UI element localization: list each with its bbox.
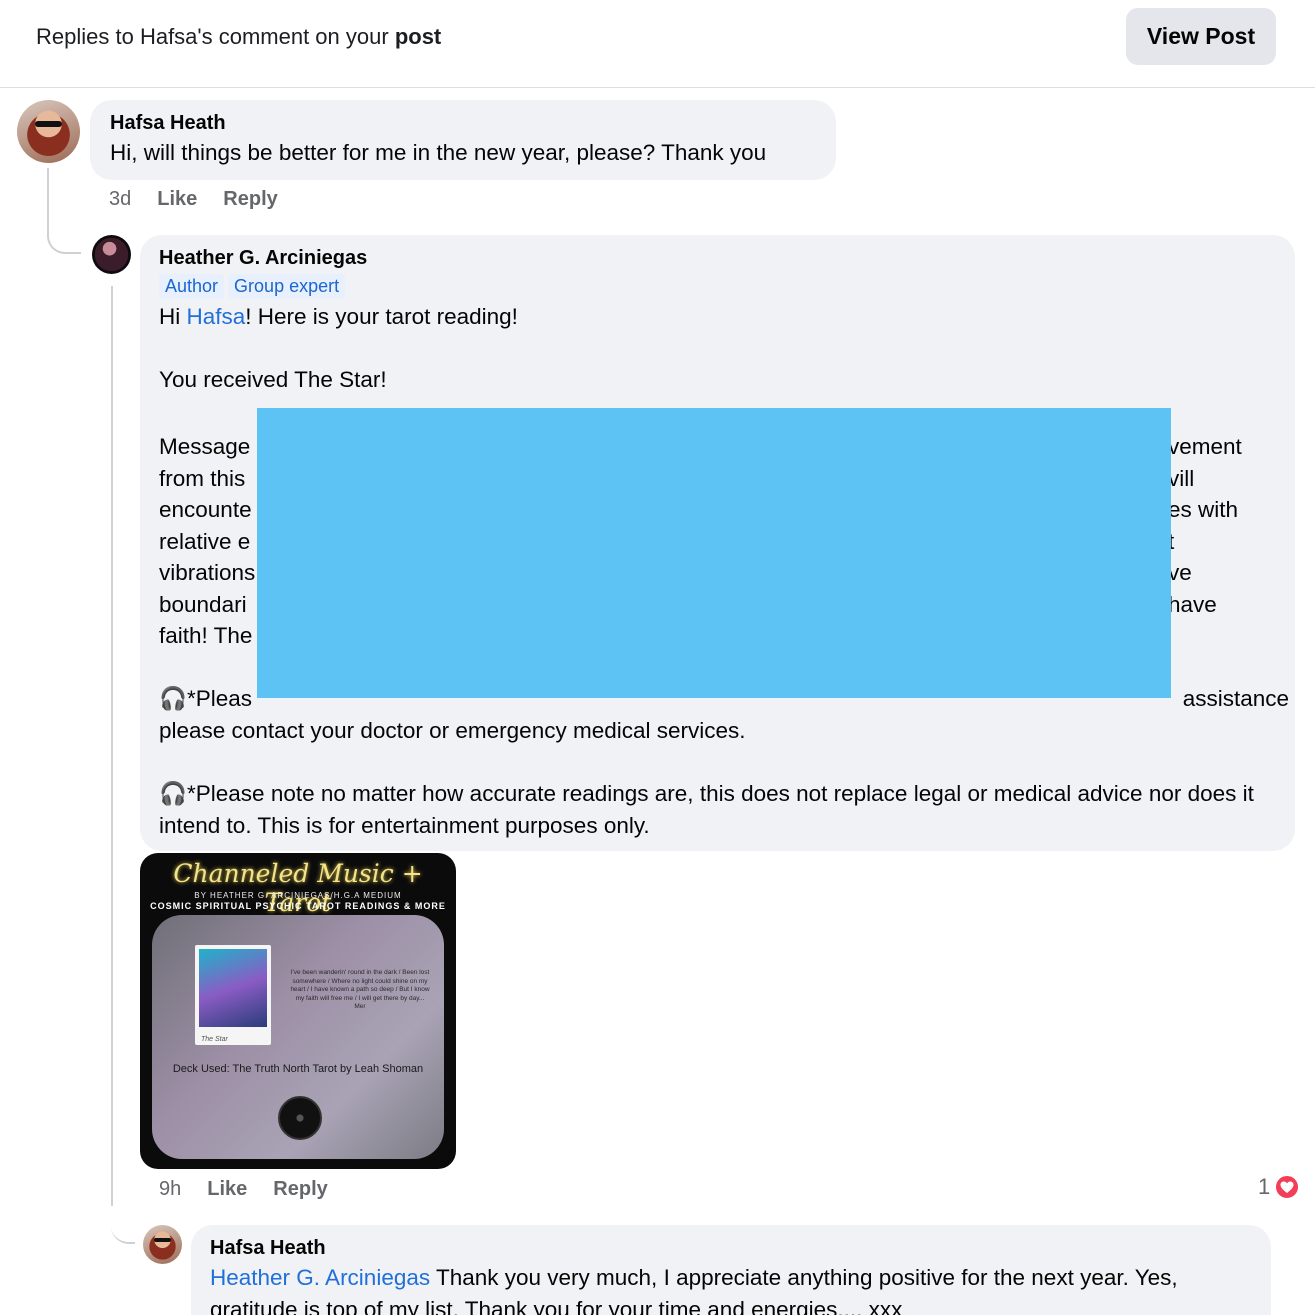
page-title: Replies to Hafsa's comment on your post [36,24,441,50]
top-bar: Replies to Hafsa's comment on your post … [0,0,1315,88]
message-fragment: es with [1168,497,1239,522]
message-fragment: relative e [159,528,251,554]
message-fragment: from this [159,465,246,491]
message-fragment: t [1168,528,1175,554]
reply-message-right: vement vill es with t ve have [1168,431,1278,620]
headphones-icon: 🎧 [159,781,188,806]
reply-author[interactable]: Hafsa Heath [210,1237,1252,1260]
vinyl-record-icon [278,1096,322,1140]
group-expert-badge: Group expert [228,274,346,299]
reply-author[interactable]: Heather G. Arciniegas [159,247,1276,270]
note-fragment: *Pleas [187,686,253,711]
comment-time[interactable]: 3d [109,188,131,211]
author-badges: Author Group expert [159,274,1276,299]
view-post-button[interactable]: View Post [1126,8,1276,65]
mention-link[interactable]: Heather G. Arciniegas [210,1265,430,1290]
reply-text: Heather G. Arciniegas Thank you very muc… [210,1262,1252,1315]
star-card-art [199,949,267,1027]
note-line: please contact your doctor or emergency … [159,717,746,743]
message-fragment: vill [1168,465,1195,491]
love-reaction-icon [1274,1174,1301,1200]
comment-author[interactable]: Hafsa Heath [110,112,816,135]
note-start: 🎧*Pleas [159,683,252,715]
reply-greeting: Hi Hafsa! Here is your tarot reading! [159,301,1276,333]
headphones-icon: 🎧 [159,686,188,711]
reply-button[interactable]: Reply [223,188,277,211]
tarot-card: The Star [195,945,271,1045]
image-subtitle: BY HEATHER G. ARCINIEGAS/H.G.A MEDIUM [194,891,402,900]
title-prefix: Replies to Hafsa's comment on your [36,24,395,49]
title-post-link[interactable]: post [395,24,441,49]
note-entertainment: 🎧*Please note no matter how accurate rea… [159,778,1279,841]
message-fragment: have [1168,591,1217,617]
reply-actions: 9h Like Reply [159,1178,328,1201]
comment-text: Hi, will things be better for me in the … [110,140,767,165]
reply-message-left: Message from this encounte relative e vi… [159,431,259,652]
reply-received: You received The Star! [159,367,387,392]
avatar[interactable] [17,100,80,163]
like-button[interactable]: Like [207,1178,247,1201]
like-button[interactable]: Like [157,188,197,211]
greeting-post: ! Here is your tarot reading! [245,304,518,329]
message-fragment: faith! The [159,623,253,648]
deck-label: Deck Used: The Truth North Tarot by Leah… [172,1063,424,1075]
comment-actions: 3d Like Reply [109,188,278,211]
avatar[interactable] [92,235,131,274]
thread-connector [111,1204,135,1244]
thread-connector [47,168,81,254]
image-poem: I've been wanderin' round in the dark / … [290,969,430,1010]
note-fragment: assistance [1182,686,1289,711]
thread-line [111,286,113,1206]
message-fragment: ve [1168,560,1192,585]
message-fragment: encounte [159,497,252,522]
redaction-block [257,408,1171,698]
avatar[interactable] [143,1225,182,1264]
card-caption: The Star [201,1036,228,1043]
message-fragment: Message [159,434,251,459]
reaction-count: 1 [1258,1174,1271,1199]
attached-image[interactable]: Channeled Music + Tarot BY HEATHER G. AR… [140,853,456,1169]
message-fragment: vibrations [159,560,256,585]
reaction-summary[interactable]: 1 [1258,1174,1301,1200]
reply-time[interactable]: 9h [159,1178,181,1201]
image-subtitle-2: COSMIC SPIRITUAL PSYCHIC TAROT READINGS … [150,901,446,911]
reply-bubble: Hafsa Heath Heather G. Arciniegas Thank … [191,1225,1271,1315]
comment-bubble: Hafsa Heath Hi, will things be better fo… [90,100,836,180]
message-fragment: vement [1168,434,1242,459]
greeting-pre: Hi [159,304,187,329]
mention-link[interactable]: Hafsa [187,304,246,329]
message-fragment: boundari [159,591,247,617]
reply-button[interactable]: Reply [273,1178,327,1201]
author-badge: Author [159,274,225,299]
note-text: *Please note no matter how accurate read… [159,781,1254,838]
